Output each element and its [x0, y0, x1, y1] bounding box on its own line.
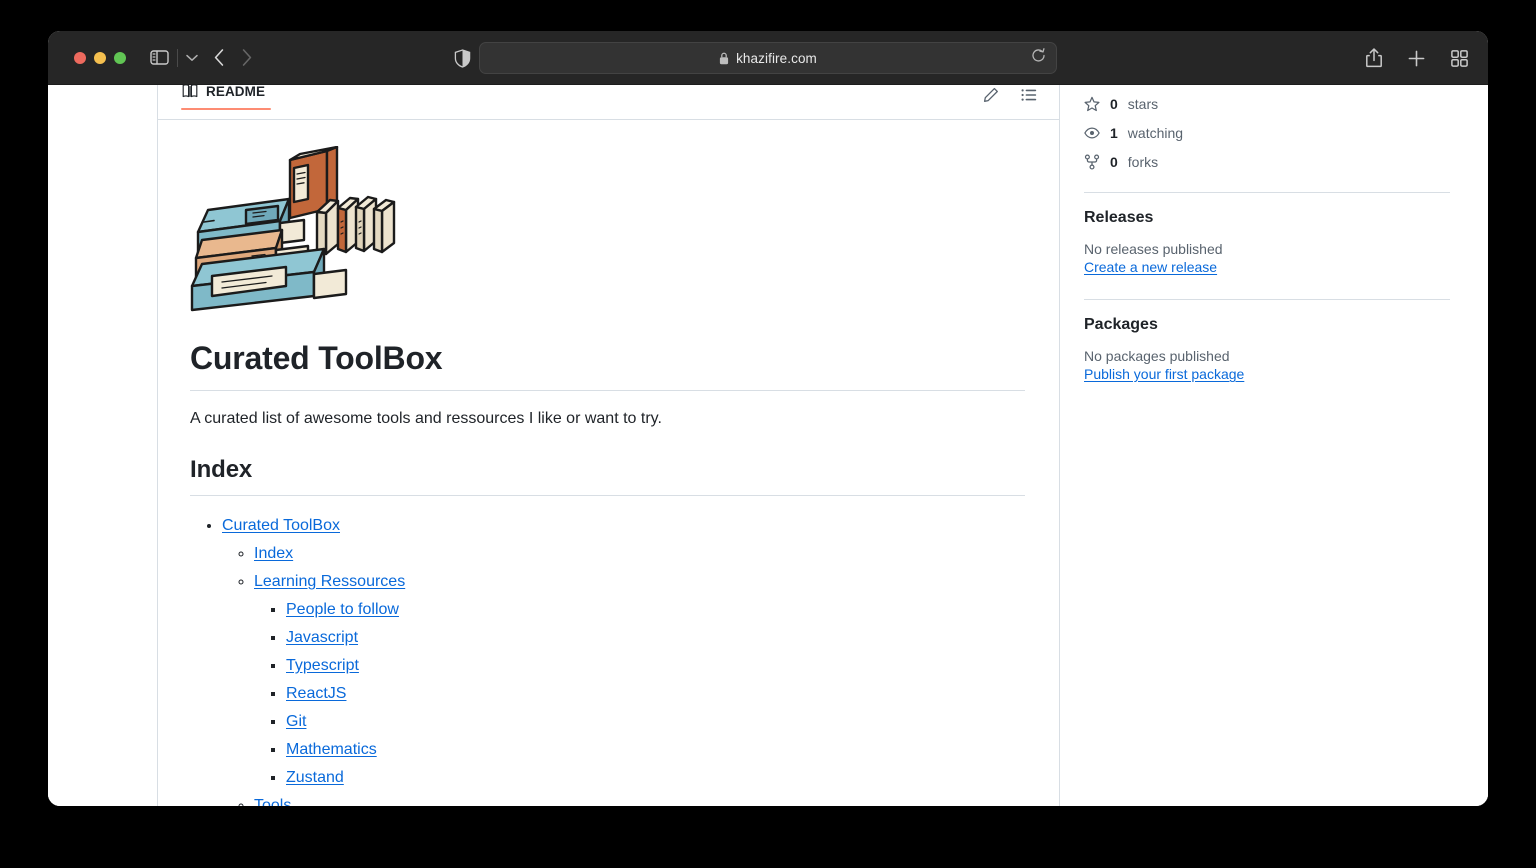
- stat-stars[interactable]: 0 stars: [1084, 89, 1450, 118]
- reload-icon[interactable]: [1031, 48, 1046, 68]
- page-left-gutter: [48, 85, 158, 806]
- address-bar[interactable]: khazifire.com: [479, 42, 1057, 74]
- list-item: Javascript: [286, 624, 1025, 652]
- readme-panel: README Curated ToolBox A curated list of…: [158, 85, 1060, 806]
- list-item: ReactJS: [286, 680, 1025, 708]
- screenshot-stage: khazifire.com README Curated ToolBox A c…: [0, 0, 1536, 868]
- publish-first-package-link[interactable]: Publish your first package: [1084, 366, 1244, 382]
- index-link-typescript[interactable]: Typescript: [286, 657, 359, 674]
- index-link-zustand[interactable]: Zustand: [286, 769, 344, 786]
- packages-heading: Packages: [1084, 316, 1158, 333]
- address-bar-content: khazifire.com: [719, 51, 817, 66]
- stat-forks[interactable]: 0 forks: [1084, 147, 1450, 176]
- list-item: Git: [286, 708, 1025, 736]
- index-link-git[interactable]: Git: [286, 713, 306, 730]
- active-tab-indicator: [181, 108, 272, 110]
- browser-window: khazifire.com README Curated ToolBox A c…: [48, 31, 1488, 806]
- back-arrow-icon[interactable]: [214, 49, 224, 66]
- list-item: Learning Ressources People to follow Jav…: [254, 568, 1025, 792]
- watching-label: watching: [1127, 124, 1184, 141]
- tab-readme-label: README: [206, 85, 266, 99]
- chevron-down-icon[interactable]: [186, 54, 198, 62]
- close-window-button[interactable]: [74, 51, 86, 64]
- outline-list-icon[interactable]: [1021, 87, 1037, 108]
- list-item: Index: [254, 540, 1025, 568]
- privacy-report-button[interactable]: [454, 31, 471, 85]
- sidebar-toggle-icon[interactable]: [150, 50, 169, 65]
- page-viewport: README Curated ToolBox A curated list of…: [48, 85, 1488, 806]
- repo-sidebar: 0 stars 1 watching 0 forks Releases No r…: [1060, 85, 1488, 806]
- new-tab-plus-icon[interactable]: [1408, 50, 1425, 67]
- shield-icon: [454, 48, 471, 68]
- releases-empty-text: No releases published: [1084, 241, 1223, 257]
- index-link-tools[interactable]: Tools: [254, 797, 291, 806]
- index-link-mathematics[interactable]: Mathematics: [286, 741, 377, 758]
- eye-icon: [1084, 125, 1100, 141]
- url-text: khazifire.com: [736, 50, 817, 66]
- browser-toolbar: khazifire.com: [48, 31, 1488, 85]
- star-icon: [1084, 96, 1100, 112]
- index-heading: Index: [190, 455, 1025, 496]
- list-item: Tools: [254, 792, 1025, 806]
- readme-content: Curated ToolBox A curated list of awesom…: [158, 120, 1059, 806]
- index-sublist: Index Learning Ressources People to foll…: [222, 540, 1025, 806]
- create-new-release-link[interactable]: Create a new release: [1084, 259, 1217, 275]
- index-link-javascript[interactable]: Javascript: [286, 629, 358, 646]
- stars-count: 0: [1110, 95, 1118, 112]
- forward-arrow-icon: [242, 49, 252, 66]
- forks-label: forks: [1127, 153, 1159, 170]
- list-item: People to follow: [286, 596, 1025, 624]
- zoom-window-button[interactable]: [114, 51, 126, 64]
- releases-heading: Releases: [1084, 209, 1154, 226]
- window-traffic-lights: [74, 51, 126, 64]
- readme-description: A curated list of awesome tools and ress…: [190, 410, 662, 427]
- fork-icon: [1084, 153, 1100, 170]
- edit-pencil-icon[interactable]: [983, 87, 999, 108]
- share-icon[interactable]: [1366, 48, 1382, 68]
- stat-watching[interactable]: 1 watching: [1084, 118, 1450, 147]
- tab-readme[interactable]: README: [181, 85, 272, 110]
- index-link-learning-ressources[interactable]: Learning Ressources: [254, 573, 405, 590]
- index-list: Curated ToolBox Index Learning Ressource…: [190, 512, 1025, 806]
- readme-header-actions: [983, 87, 1037, 108]
- toolbar-divider: [177, 48, 178, 67]
- index-subsublist: People to follow Javascript Typescript: [254, 596, 1025, 792]
- watching-count: 1: [1110, 124, 1118, 141]
- forks-count: 0: [1110, 153, 1118, 170]
- book-icon: [182, 85, 198, 98]
- index-link-reactjs[interactable]: ReactJS: [286, 685, 346, 702]
- stack-of-books-illustration: [190, 146, 396, 312]
- list-item: Curated ToolBox Index Learning Ressource…: [222, 512, 1025, 806]
- tab-overview-icon[interactable]: [1451, 49, 1468, 67]
- index-link-curated-toolbox[interactable]: Curated ToolBox: [222, 517, 340, 534]
- list-item: Zustand: [286, 764, 1025, 792]
- stars-label: stars: [1127, 95, 1159, 112]
- lock-icon: [719, 52, 729, 64]
- sidebar-divider: [1084, 192, 1450, 193]
- packages-empty-text: No packages published: [1084, 348, 1230, 364]
- readme-panel-header: README: [158, 85, 1059, 120]
- toolbar-right-actions: [1366, 31, 1468, 85]
- index-link-index[interactable]: Index: [254, 545, 293, 562]
- sidebar-divider: [1084, 299, 1450, 300]
- list-item: Typescript: [286, 652, 1025, 680]
- list-item: Mathematics: [286, 736, 1025, 764]
- minimize-window-button[interactable]: [94, 51, 106, 64]
- index-link-people-to-follow[interactable]: People to follow: [286, 601, 399, 618]
- page-title: Curated ToolBox: [190, 338, 1025, 391]
